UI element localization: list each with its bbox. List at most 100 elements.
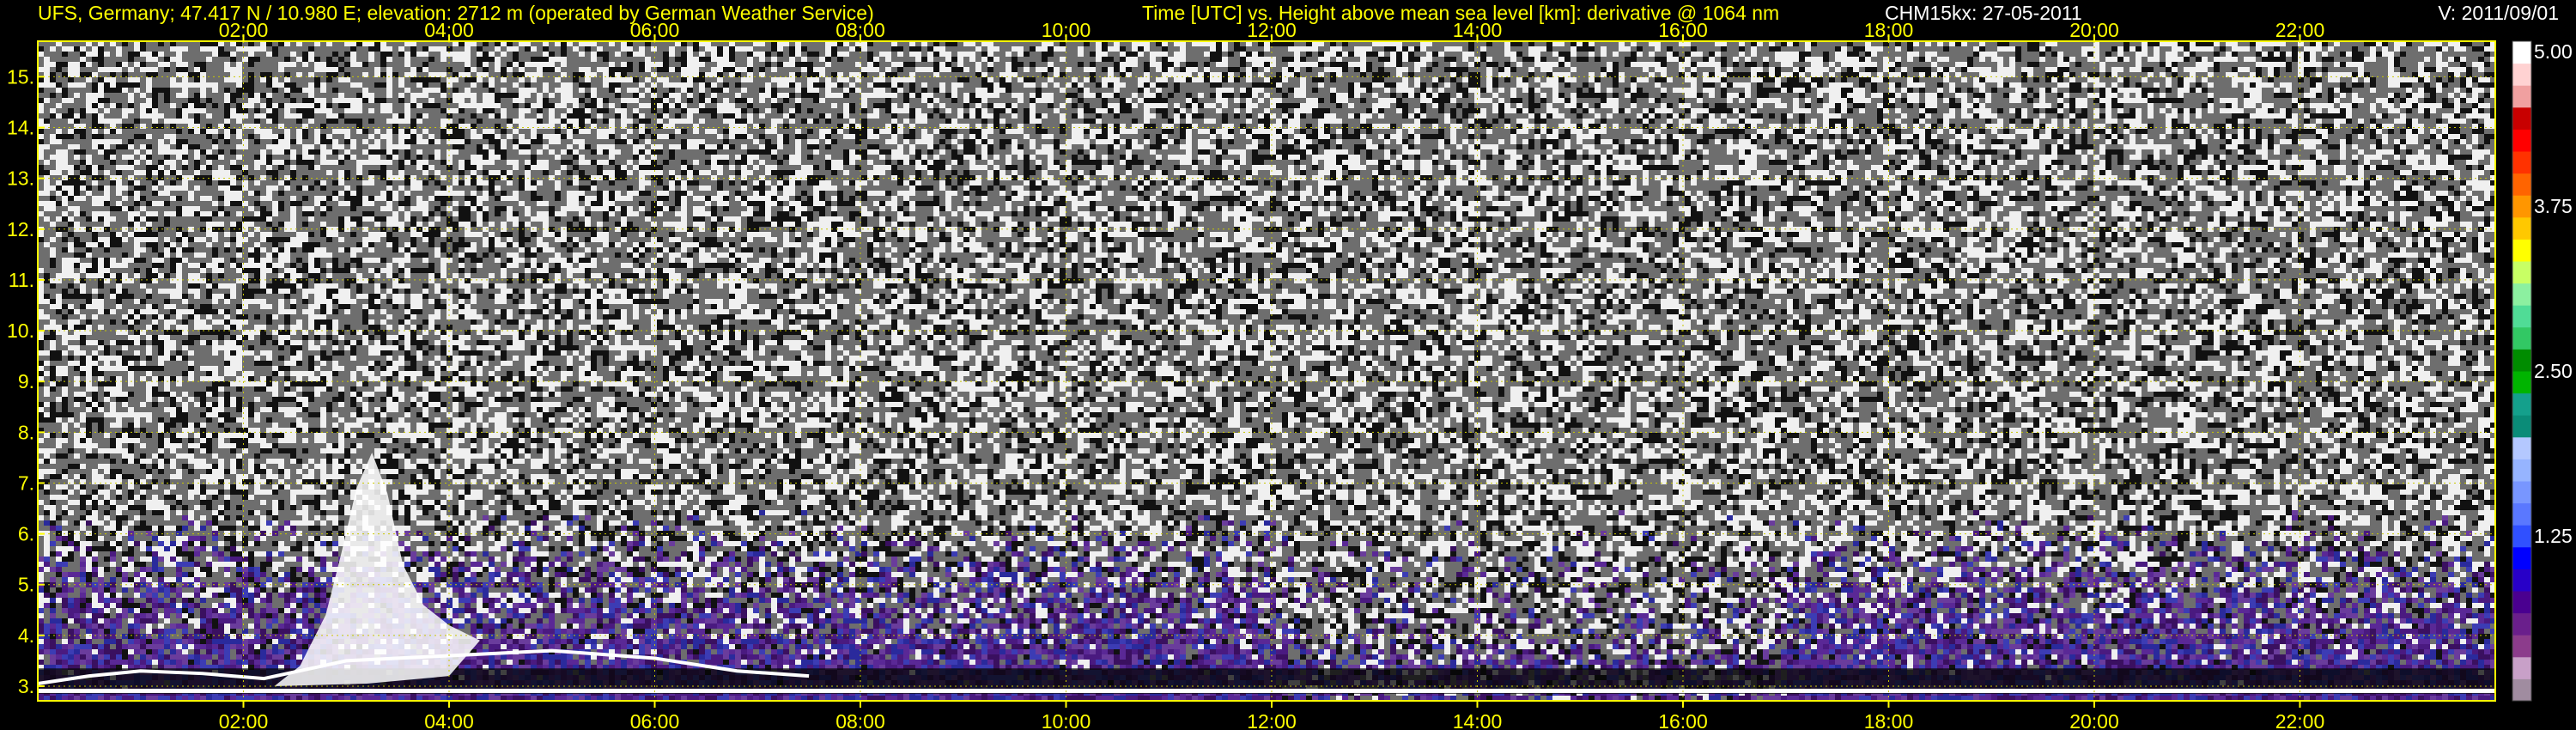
heatmap-cell bbox=[236, 62, 242, 67]
heatmap-cell bbox=[537, 98, 543, 103]
heatmap-cell bbox=[1540, 98, 1546, 103]
heatmap-cell bbox=[2484, 46, 2490, 52]
heatmap-cell bbox=[1126, 57, 1132, 62]
heatmap-cell bbox=[477, 52, 483, 57]
heatmap-cell bbox=[1504, 103, 1510, 108]
heatmap-cell bbox=[1619, 108, 1625, 113]
heatmap-cell bbox=[248, 88, 254, 93]
heatmap-cell bbox=[543, 52, 549, 57]
heatmap-cell bbox=[1426, 52, 1432, 57]
heatmap-cell bbox=[975, 108, 981, 113]
heatmap-cell bbox=[885, 52, 891, 57]
heatmap-cell bbox=[1528, 93, 1534, 98]
heatmap-cell bbox=[1871, 62, 1877, 67]
heatmap-cell bbox=[1114, 88, 1120, 93]
heatmap-cell bbox=[1510, 57, 1516, 62]
heatmap-cell bbox=[531, 62, 537, 67]
heatmap-cell bbox=[603, 52, 609, 57]
heatmap-cell bbox=[1120, 98, 1126, 103]
heatmap-cell bbox=[308, 52, 314, 57]
heatmap-cell bbox=[410, 52, 416, 57]
heatmap-cell bbox=[1931, 93, 1937, 98]
heatmap-cell bbox=[1979, 57, 1985, 62]
heatmap-cell bbox=[1889, 88, 1895, 93]
heatmap-cell bbox=[2009, 62, 2015, 67]
heatmap-cell bbox=[1048, 98, 1054, 103]
heatmap-cell bbox=[1739, 113, 1745, 119]
heatmap-cell bbox=[1811, 67, 1817, 72]
heatmap-cell bbox=[603, 98, 609, 103]
heatmap-cell bbox=[1486, 77, 1492, 82]
heatmap-cell bbox=[1414, 77, 1420, 82]
heatmap-cell bbox=[2436, 82, 2442, 88]
heatmap-cell bbox=[681, 52, 687, 57]
heatmap-cell bbox=[122, 113, 128, 119]
heatmap-cell bbox=[1354, 88, 1360, 93]
heatmap-cell bbox=[693, 77, 699, 82]
heatmap-cell bbox=[1042, 52, 1048, 57]
heatmap-cell bbox=[741, 46, 747, 52]
heatmap-cell bbox=[98, 82, 104, 88]
heatmap-cell bbox=[2039, 88, 2045, 93]
heatmap-cell bbox=[1727, 67, 1733, 72]
heatmap-cell bbox=[1973, 67, 1979, 72]
heatmap-cell bbox=[308, 88, 314, 93]
heatmap-cell bbox=[1715, 52, 1721, 57]
heatmap-cell bbox=[266, 82, 272, 88]
heatmap-cell bbox=[795, 98, 801, 103]
heatmap-cell bbox=[1234, 67, 1240, 72]
heatmap-cell bbox=[1649, 98, 1655, 103]
heatmap-cell bbox=[2370, 103, 2376, 108]
heatmap-cell bbox=[116, 52, 122, 57]
heatmap-cell bbox=[2172, 57, 2178, 62]
heatmap-cell bbox=[699, 52, 705, 57]
heatmap-cell bbox=[1504, 52, 1510, 57]
heatmap-cell bbox=[1480, 108, 1486, 113]
heatmap-cell bbox=[795, 103, 801, 108]
heatmap-cell bbox=[326, 77, 332, 82]
heatmap-cell bbox=[344, 62, 350, 67]
heatmap-cell bbox=[74, 62, 80, 67]
heatmap-cell bbox=[1426, 93, 1432, 98]
heatmap-cell bbox=[1571, 103, 1577, 108]
heatmap-cell bbox=[723, 98, 729, 103]
heatmap-cell bbox=[633, 77, 639, 82]
heatmap-cell bbox=[1270, 98, 1276, 103]
heatmap-cell bbox=[1961, 98, 1967, 103]
heatmap-cell bbox=[1534, 52, 1540, 57]
heatmap-cell bbox=[2111, 46, 2117, 52]
heatmap-cell bbox=[2394, 82, 2400, 88]
heatmap-cell bbox=[1108, 103, 1114, 108]
heatmap-cell bbox=[771, 93, 777, 98]
heatmap-cell bbox=[1703, 108, 1709, 113]
heatmap-cell bbox=[206, 82, 212, 88]
heatmap-cell bbox=[831, 103, 837, 108]
heatmap-cell bbox=[1390, 62, 1396, 67]
heatmap-cell bbox=[134, 62, 140, 67]
heatmap-cell bbox=[651, 93, 657, 98]
heatmap-cell bbox=[218, 46, 224, 52]
heatmap-cell bbox=[1378, 103, 1384, 108]
heatmap-cell bbox=[1120, 57, 1126, 62]
heatmap-cell bbox=[1775, 77, 1781, 82]
heatmap-cell bbox=[266, 52, 272, 57]
heatmap-cell bbox=[2142, 77, 2148, 82]
heatmap-cell bbox=[1925, 103, 1931, 108]
heatmap-cell bbox=[2316, 77, 2322, 82]
heatmap-cell bbox=[1949, 82, 1955, 88]
heatmap-cell bbox=[789, 57, 795, 62]
heatmap-cell bbox=[1552, 88, 1558, 93]
heatmap-cell bbox=[1282, 113, 1288, 119]
heatmap-cell bbox=[1721, 103, 1727, 108]
heatmap-cell bbox=[1595, 103, 1601, 108]
heatmap-cell bbox=[2051, 67, 2057, 72]
heatmap-cell bbox=[1571, 77, 1577, 82]
heatmap-cell bbox=[1012, 62, 1018, 67]
heatmap-cell bbox=[1601, 103, 1607, 108]
heatmap-cell bbox=[627, 77, 633, 82]
heatmap-cell bbox=[1294, 113, 1300, 119]
heatmap-cell bbox=[891, 46, 897, 52]
heatmap-cell bbox=[1775, 88, 1781, 93]
heatmap-cell bbox=[765, 108, 771, 113]
heatmap-cell bbox=[1162, 82, 1168, 88]
